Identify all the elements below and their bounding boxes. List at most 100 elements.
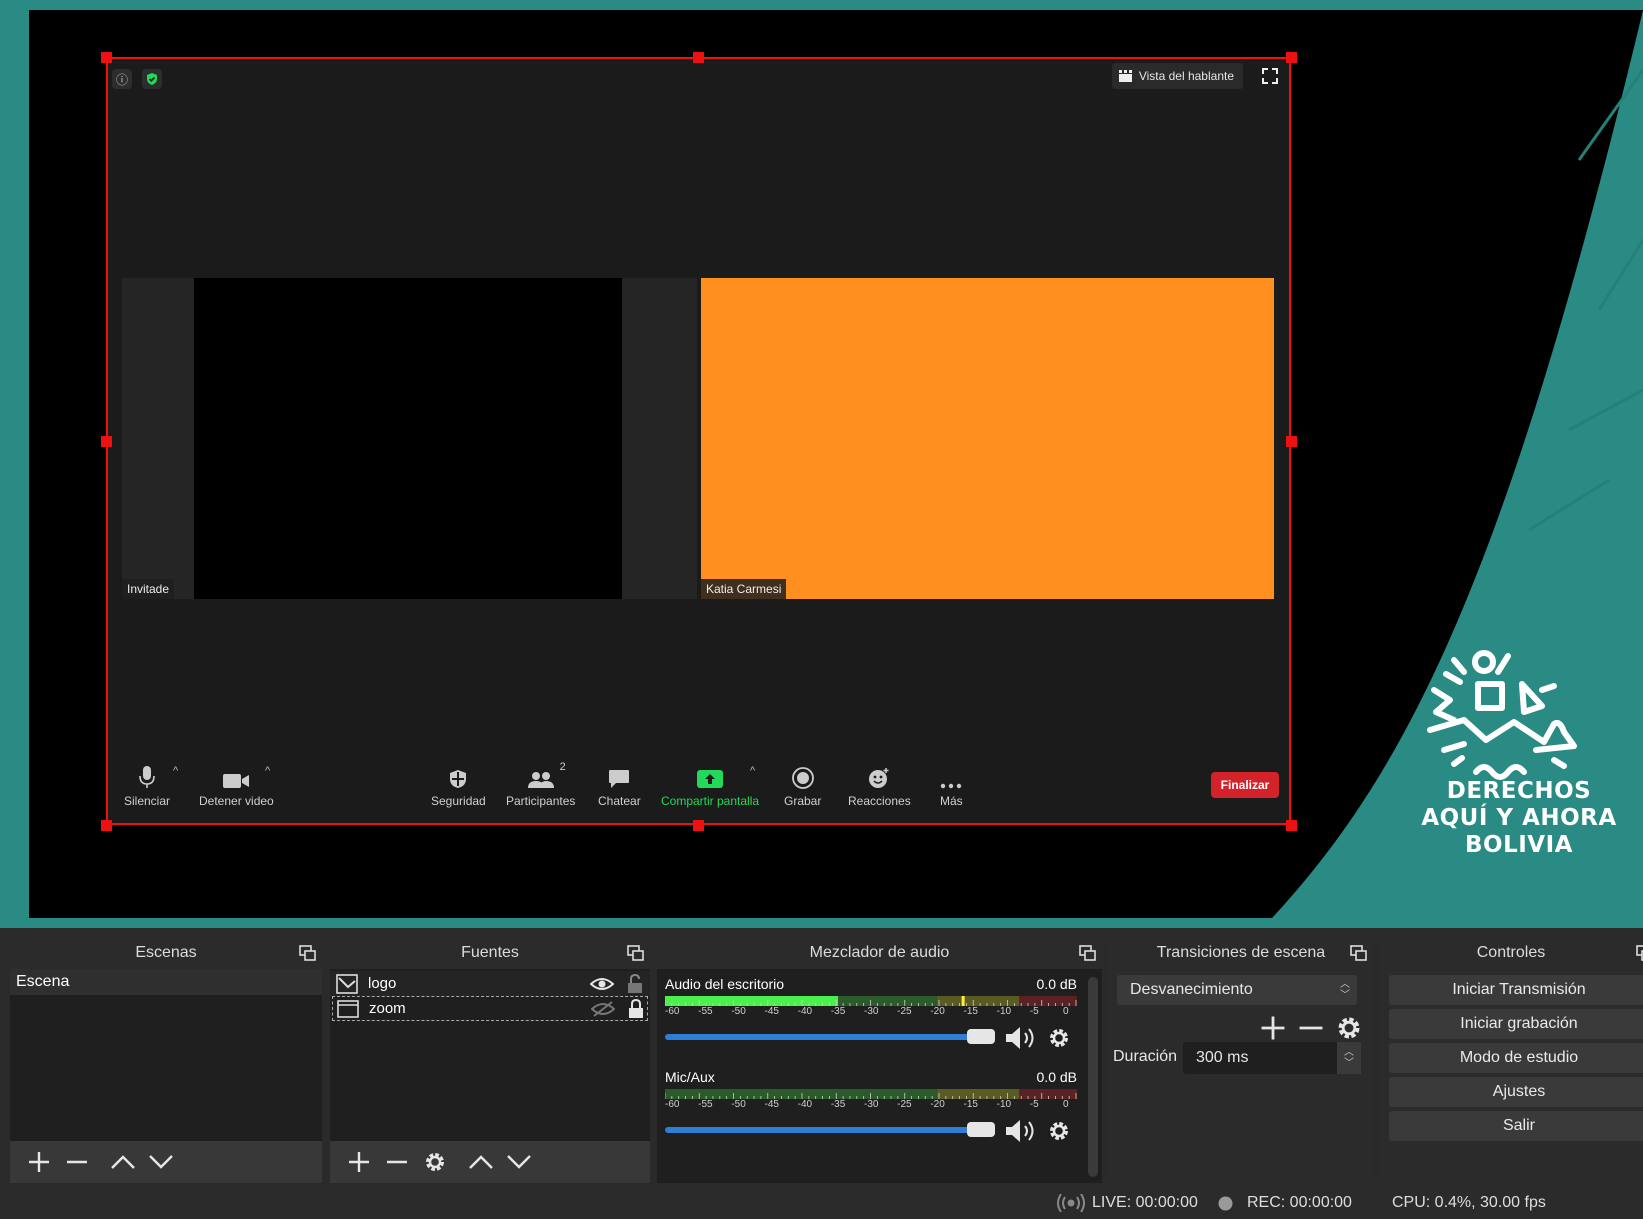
minus-icon xyxy=(387,1160,407,1164)
move-scene-down-button[interactable] xyxy=(142,1145,180,1179)
resize-handle-bottom-left[interactable] xyxy=(101,820,112,831)
studio-mode-button[interactable]: Modo de estudio xyxy=(1389,1043,1643,1073)
reactions-button[interactable]: Reacciones xyxy=(848,763,911,808)
undock-icon[interactable] xyxy=(1636,945,1643,961)
transition-properties-gear-icon[interactable] xyxy=(1335,1014,1363,1042)
video-options-caret-icon[interactable]: ^ xyxy=(265,765,270,777)
live-timer: LIVE: 00:00:00 xyxy=(1092,1194,1198,1211)
speaker-icon[interactable] xyxy=(1005,1119,1039,1143)
meter-scale: -60 -55 -50 -45 -40 -35 -30 -25 -20 -15 -10 -5 0 xyxy=(665,1006,1077,1020)
mixer-title: Mezclador de audio xyxy=(809,944,950,961)
undock-icon[interactable] xyxy=(627,945,644,961)
start-streaming-button[interactable]: Iniciar Transmisión xyxy=(1389,975,1643,1005)
undock-icon[interactable] xyxy=(1350,945,1367,961)
transition-select[interactable]: Desvanecimiento ︿ ﹀ xyxy=(1117,975,1357,1005)
more-button[interactable]: Más xyxy=(940,763,963,808)
meter-peak xyxy=(961,996,965,1006)
add-scene-button[interactable] xyxy=(20,1145,58,1179)
spinner-arrows-icon[interactable]: ︿ ﹀ xyxy=(1337,1042,1361,1074)
participants-button[interactable]: 2 Participantes xyxy=(506,761,575,808)
scenes-title: Escenas xyxy=(135,944,197,961)
mute-button[interactable]: Silenciar xyxy=(124,763,170,808)
meter-scale-label: -5 xyxy=(1029,1006,1039,1017)
audio-options-caret-icon[interactable]: ^ xyxy=(173,765,178,777)
gear-icon[interactable] xyxy=(1047,1119,1071,1143)
gear-icon[interactable] xyxy=(1047,1026,1071,1050)
broadcast-icon xyxy=(1057,1194,1085,1212)
resize-handle-top-left[interactable] xyxy=(101,52,112,63)
info-icon[interactable]: ⓘ xyxy=(112,69,132,89)
meter-scale-label: -10 xyxy=(996,1099,1012,1110)
video-camera-icon xyxy=(223,774,250,788)
scenes-list: Escena xyxy=(10,969,322,1141)
gear-icon xyxy=(426,1153,444,1171)
participant-tile-invitade[interactable]: Invitade xyxy=(122,278,697,599)
chat-button[interactable]: Chatear xyxy=(598,763,641,808)
source-item-zoom[interactable]: zoom xyxy=(332,996,648,1021)
resize-handle-bottom[interactable] xyxy=(693,820,704,831)
mixer-body: Audio del escritorio 0.0 dB -60 -55 -50 -45… xyxy=(657,969,1102,1183)
zoom-window-source[interactable]: ⓘ Vista del hablante Invitade Katia Carm… xyxy=(106,57,1291,825)
eye-icon[interactable] xyxy=(590,977,614,991)
volume-slider[interactable] xyxy=(665,1034,995,1040)
meter-scale-label: -5 xyxy=(1029,1099,1039,1110)
move-source-down-button[interactable] xyxy=(500,1145,538,1179)
move-source-up-button[interactable] xyxy=(462,1145,500,1179)
record-button[interactable]: Grabar xyxy=(784,763,821,808)
channel-db: 0.0 dB xyxy=(1036,976,1077,992)
add-source-button[interactable] xyxy=(340,1145,378,1179)
video-off-area xyxy=(194,278,622,599)
stop-video-button[interactable]: Detener video xyxy=(199,763,274,808)
resize-handle-bottom-right[interactable] xyxy=(1286,820,1297,831)
meter-scale-label: -60 xyxy=(665,1006,680,1017)
unlocked-icon[interactable] xyxy=(627,973,643,994)
volume-slider-handle[interactable] xyxy=(967,1122,995,1137)
grid-icon xyxy=(1118,70,1132,82)
share-options-caret-icon[interactable]: ^ xyxy=(750,765,755,777)
settings-button[interactable]: Ajustes xyxy=(1389,1077,1643,1107)
volume-meter xyxy=(665,1089,1077,1099)
fullscreen-icon[interactable] xyxy=(1261,67,1279,85)
start-recording-button[interactable]: Iniciar grabación xyxy=(1389,1009,1643,1039)
transitions-title: Transiciones de escena xyxy=(1156,944,1326,961)
mixer-scrollbar[interactable] xyxy=(1088,977,1098,1177)
remove-scene-button[interactable] xyxy=(58,1145,96,1179)
end-meeting-button[interactable]: Finalizar xyxy=(1211,772,1279,798)
exit-button[interactable]: Salir xyxy=(1389,1111,1643,1141)
volume-slider-handle[interactable] xyxy=(967,1029,995,1044)
meter-scale-label: -25 xyxy=(897,1006,912,1017)
remove-source-button[interactable] xyxy=(378,1145,416,1179)
reactions-label: Reacciones xyxy=(848,794,911,808)
duration-input[interactable]: 300 ms ︿ ﹀ xyxy=(1183,1042,1361,1074)
chat-label: Chatear xyxy=(598,794,641,808)
resize-handle-top-right[interactable] xyxy=(1286,52,1297,63)
chat-bubble-icon xyxy=(609,770,630,788)
mute-label: Silenciar xyxy=(124,794,171,808)
record-dot-icon xyxy=(1218,1196,1233,1211)
source-item-logo[interactable]: logo xyxy=(330,971,650,996)
share-screen-button[interactable]: Compartir pantalla xyxy=(661,763,759,808)
move-scene-up-button[interactable] xyxy=(104,1145,142,1179)
remove-transition-minus-icon[interactable] xyxy=(1297,1014,1325,1042)
security-button[interactable]: Seguridad xyxy=(431,763,486,808)
resize-handle-top[interactable] xyxy=(693,52,704,63)
channel-db: 0.0 dB xyxy=(1036,1069,1077,1085)
meter-scale-label: -45 xyxy=(764,1099,779,1110)
add-transition-plus-icon[interactable] xyxy=(1259,1014,1287,1042)
resize-handle-right[interactable] xyxy=(1286,436,1297,447)
meter-band xyxy=(936,1089,1020,1099)
speaker-view-button[interactable]: Vista del hablante xyxy=(1111,63,1243,89)
undock-icon[interactable] xyxy=(1079,945,1096,961)
record-icon xyxy=(791,767,814,789)
volume-slider[interactable] xyxy=(665,1127,995,1133)
locked-icon[interactable] xyxy=(628,998,644,1019)
undock-icon[interactable] xyxy=(299,945,316,961)
resize-handle-left[interactable] xyxy=(101,436,112,447)
scene-item[interactable]: Escena xyxy=(10,969,322,995)
participant-tile-katia[interactable]: Katia Carmesi xyxy=(701,278,1274,599)
encryption-shield-icon[interactable] xyxy=(142,69,162,89)
eye-hidden-icon[interactable] xyxy=(591,1000,615,1017)
source-properties-button[interactable] xyxy=(416,1145,454,1179)
chevron-up-icon xyxy=(111,1155,135,1169)
speaker-icon[interactable] xyxy=(1005,1026,1039,1050)
